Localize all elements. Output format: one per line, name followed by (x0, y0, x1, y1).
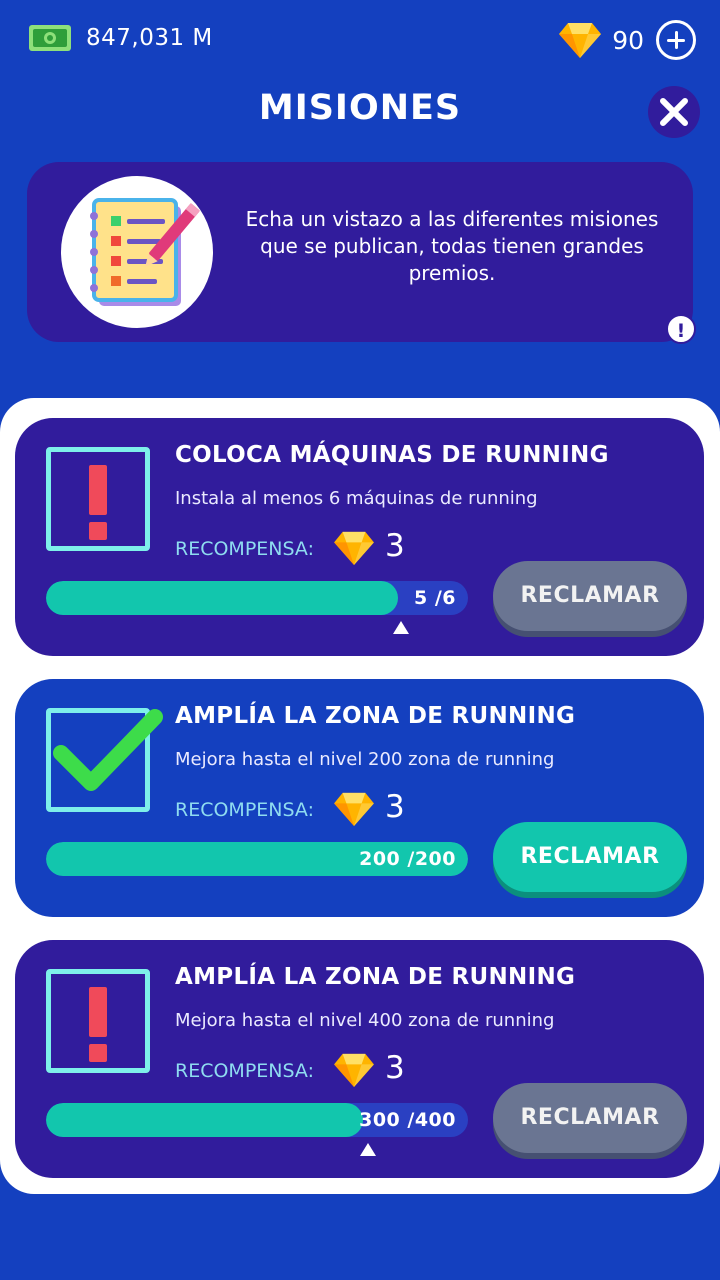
mission-description: Instala al menos 6 máquinas de running (175, 488, 538, 509)
mission-description: Mejora hasta el nivel 400 zona de runnin… (175, 1010, 555, 1031)
cash-icon (29, 25, 71, 51)
progress-bar: 300 /400 (46, 1103, 468, 1137)
progress-bar: 5 /6 (46, 581, 468, 615)
reward-label: RECOMPENSA: (175, 538, 314, 560)
missions-screen: 847,031 M 90 MISIONES Echa un vistazo a … (0, 0, 720, 1280)
mission-card: AMPLÍA LA ZONA DE RUNNING Mejora hasta e… (15, 940, 704, 1178)
alert-icon (46, 969, 150, 1073)
mission-title: AMPLÍA LA ZONA DE RUNNING (175, 703, 576, 729)
gem-icon (559, 23, 602, 58)
check-icon (53, 709, 163, 791)
gem-counter: 90 (558, 20, 696, 60)
intro-text: Echa un vistazo a las diferentes misione… (245, 207, 659, 285)
progress-text: 300 /400 (359, 1109, 456, 1131)
progress-fill (46, 581, 398, 615)
reward-label: RECOMPENSA: (175, 799, 314, 821)
progress-text: 5 /6 (414, 587, 456, 609)
progress-marker (360, 1143, 376, 1156)
page-title: MISIONES (258, 88, 462, 128)
close-icon (660, 98, 688, 126)
gem-icon (334, 792, 374, 827)
gem-icon (334, 1053, 374, 1088)
mission-description: Mejora hasta el nivel 200 zona de runnin… (175, 749, 555, 770)
reward-value: 3 (385, 789, 405, 825)
cash-amount: 847,031 M (86, 25, 213, 51)
notebook-icon (90, 198, 201, 306)
close-button[interactable] (648, 86, 700, 138)
reward-value: 3 (385, 1050, 405, 1086)
missions-panel: COLOCA MÁQUINAS DE RUNNING Instala al me… (0, 398, 720, 1194)
progress-marker (393, 621, 409, 634)
progress-fill (46, 1103, 363, 1137)
cash-counter: 847,031 M (28, 24, 213, 52)
intro-banner: Echa un vistazo a las diferentes misione… (27, 162, 693, 342)
alert-icon (46, 447, 150, 551)
gem-amount: 90 (612, 25, 644, 55)
claim-button[interactable]: RECLAMAR (493, 822, 687, 892)
info-icon[interactable]: ! (666, 314, 696, 344)
reward-value: 3 (385, 528, 405, 564)
mission-title: AMPLÍA LA ZONA DE RUNNING (175, 964, 576, 990)
progress-bar: 200 /200 (46, 842, 468, 876)
progress-text: 200 /200 (359, 848, 456, 870)
claim-button[interactable]: RECLAMAR (493, 1083, 687, 1153)
completed-box (46, 708, 163, 812)
mission-card: AMPLÍA LA ZONA DE RUNNING Mejora hasta e… (15, 679, 704, 917)
gem-icon (334, 531, 374, 566)
mission-card: COLOCA MÁQUINAS DE RUNNING Instala al me… (15, 418, 704, 656)
add-gems-button[interactable] (656, 20, 696, 60)
claim-button[interactable]: RECLAMAR (493, 561, 687, 631)
notebook-illustration (61, 176, 213, 328)
mission-title: COLOCA MÁQUINAS DE RUNNING (175, 442, 609, 468)
reward-label: RECOMPENSA: (175, 1060, 314, 1082)
